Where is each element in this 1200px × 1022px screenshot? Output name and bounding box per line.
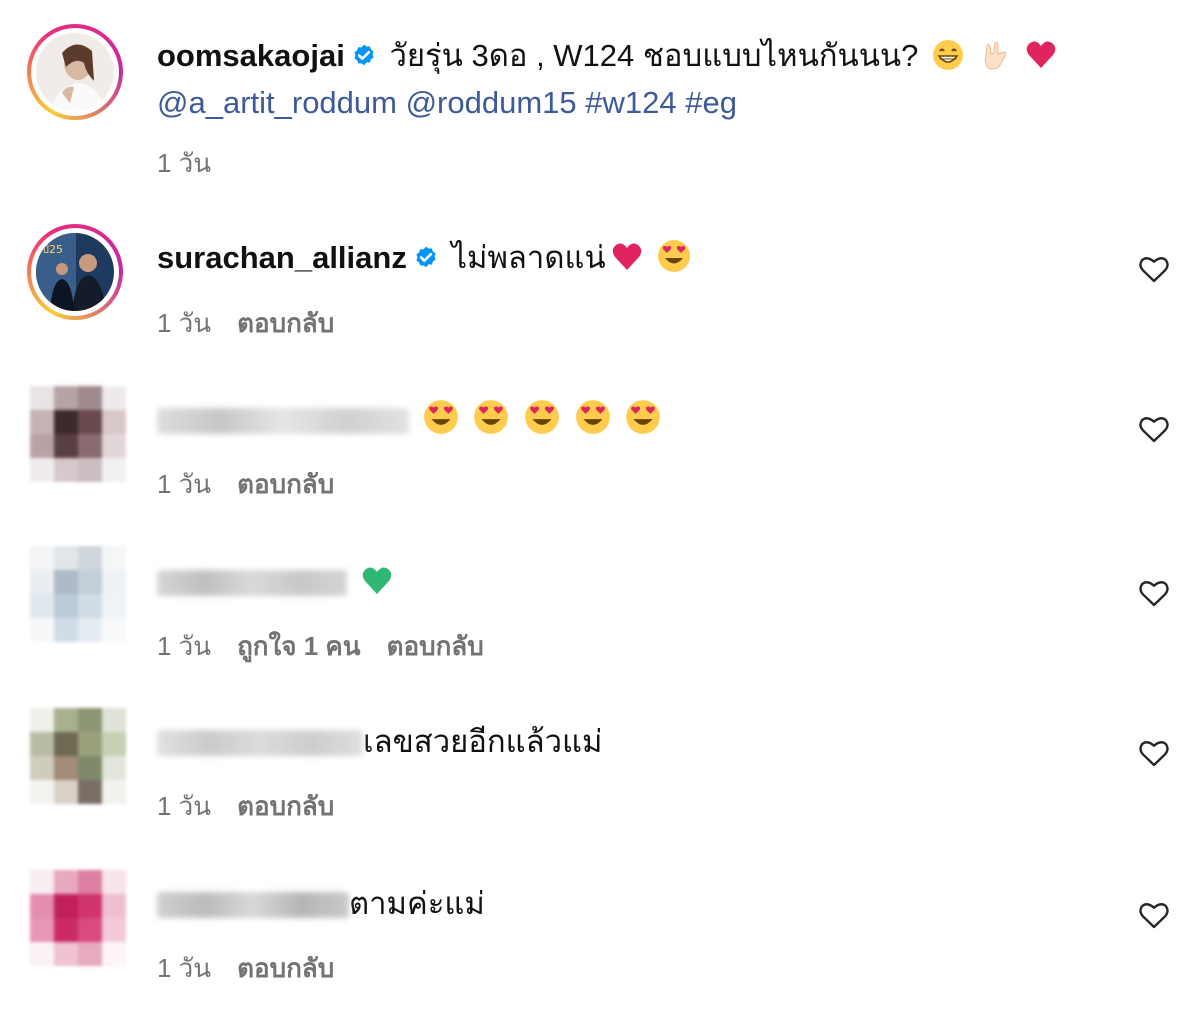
post-meta: 1 วัน: [157, 143, 237, 184]
comment-text: ไม่พลาดแน่: [451, 240, 606, 275]
reply-button[interactable]: ตอบกลับ: [237, 791, 334, 821]
comment-meta: 1 วัน ถูกใจ 1 คน ตอบกลับ: [157, 626, 510, 667]
comment-avatar[interactable]: [30, 870, 126, 966]
comment-username[interactable]: [157, 408, 409, 434]
heart-eyes-emoji-icon: [474, 400, 509, 434]
comment-meta: 1 วัน ตอบกลับ: [157, 786, 360, 827]
heart-outline-icon[interactable]: [1138, 738, 1170, 768]
comment-text: เลขสวยอีกแล้วแม่: [363, 724, 603, 759]
heart-eyes-emoji-icon: [575, 400, 610, 434]
comment-item: 1 วัน ตอบกลับ: [0, 350, 1200, 512]
comment-item: ตามค่ะแม่ 1 วัน ตอบกลับ: [0, 836, 1200, 1022]
heart-outline-icon[interactable]: [1138, 254, 1170, 284]
post-username[interactable]: oomsakaojai: [157, 38, 345, 73]
red-heart-emoji-icon: [612, 243, 641, 270]
post-mentions[interactable]: @a_artit_roddum @roddum15 #w124 #eg: [157, 83, 737, 123]
comment-time: 1 วัน: [157, 953, 212, 983]
grin-emoji-icon: [933, 40, 963, 70]
heart-eyes-emoji-icon: [626, 400, 661, 434]
comment-likes[interactable]: ถูกใจ 1 คน: [237, 631, 361, 661]
heart-outline-icon[interactable]: [1138, 578, 1170, 608]
reply-button[interactable]: ตอบกลับ: [237, 308, 334, 338]
svg-text:ปี25: ปี25: [41, 243, 63, 256]
comment-avatar[interactable]: [30, 386, 126, 482]
comment-meta: 1 วัน ตอบกลับ: [157, 948, 360, 989]
heart-eyes-emoji-icon: [658, 240, 691, 272]
comment-username[interactable]: [157, 892, 349, 918]
comment-avatar[interactable]: [30, 708, 126, 804]
green-heart-emoji-icon: [362, 567, 391, 594]
reply-button[interactable]: ตอบกลับ: [237, 953, 334, 983]
post-avatar[interactable]: [27, 24, 123, 120]
comment-avatar[interactable]: [30, 546, 126, 642]
comment-meta: 1 วัน ตอบกลับ: [157, 464, 360, 505]
comment-meta: 1 วัน ตอบกลับ: [157, 303, 360, 344]
rock-hand-emoji-icon: [984, 41, 1006, 70]
comment-time: 1 วัน: [157, 791, 212, 821]
comment-text: ตามค่ะแม่: [349, 886, 485, 921]
heart-outline-icon[interactable]: [1138, 900, 1170, 930]
comment-time: 1 วัน: [157, 469, 212, 499]
red-heart-emoji-icon: [1026, 41, 1056, 68]
verified-badge-icon: [354, 44, 374, 66]
comment-username[interactable]: surachan_allianz: [157, 240, 407, 275]
reply-button[interactable]: ตอบกลับ: [237, 469, 334, 499]
comment-item: เลขสวยอีกแล้วแม่ 1 วัน ตอบกลับ: [0, 674, 1200, 836]
verified-badge-icon: [416, 246, 436, 268]
comment-time: 1 วัน: [157, 631, 212, 661]
comment-time: 1 วัน: [157, 308, 212, 338]
post-caption-text: วัยรุ่น 3ดอ , W124 ชอบแบบไหนกันนน?: [389, 38, 919, 73]
comment-avatar[interactable]: ปี25: [27, 224, 123, 320]
comment-item: ปี25 surachan_allianz ไม่พลาดแน่ 1 วัน ตอ…: [0, 190, 1200, 350]
comment-item: 1 วัน ถูกใจ 1 คน ตอบกลับ: [0, 512, 1200, 674]
heart-eyes-emoji-icon: [524, 400, 559, 434]
comment-username[interactable]: [157, 570, 347, 596]
heart-eyes-emoji-icon: [423, 400, 458, 434]
post-time: 1 วัน: [157, 148, 212, 178]
comment-username[interactable]: [157, 730, 363, 756]
reply-button[interactable]: ตอบกลับ: [387, 631, 484, 661]
post-caption: oomsakaojai วัยรุ่น 3ดอ , W124 ชอบแบบไหน…: [0, 0, 1200, 190]
heart-outline-icon[interactable]: [1138, 414, 1170, 444]
